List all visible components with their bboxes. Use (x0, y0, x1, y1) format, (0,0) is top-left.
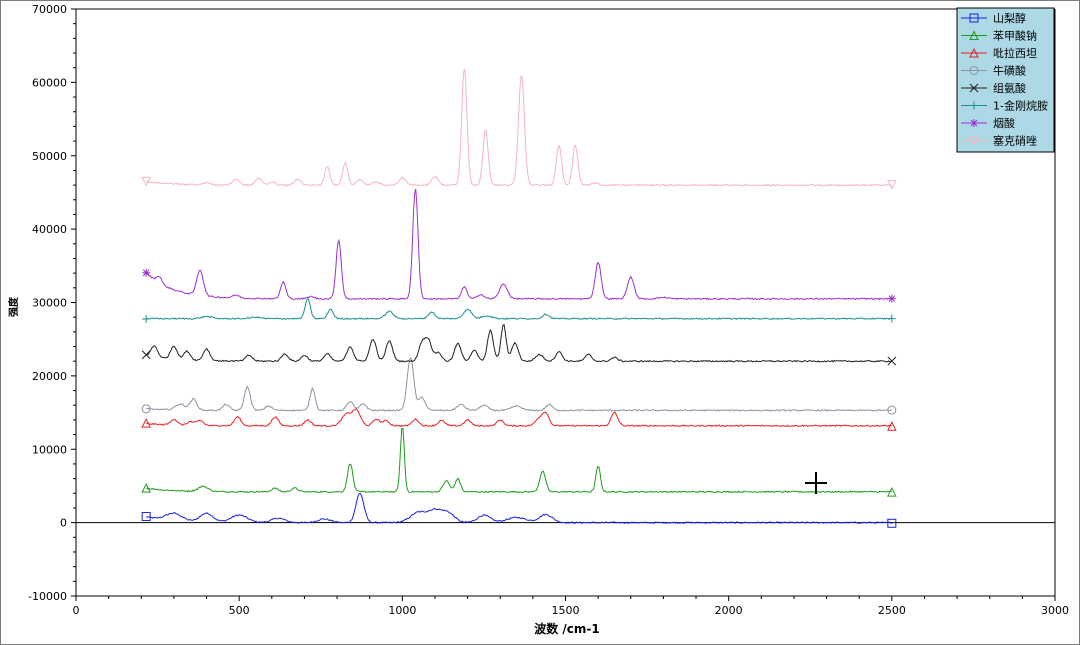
y-tick-label: 70000 (32, 3, 67, 16)
x-tick-group: 0 500 1000 1500 2000 2500 3000 (73, 596, 1069, 617)
x-tick-label: 1000 (388, 604, 416, 617)
series-marker (970, 119, 978, 127)
y-tick-label: 50000 (32, 150, 67, 163)
legend-label: 吡拉西坦 (993, 46, 1037, 60)
spectrum-chart: 0 500 1000 1500 2000 2500 3000 -10000 0 10000 200… (7, 3, 1069, 636)
y-axis-title: 强度 (7, 296, 20, 317)
x-tick-label: 0 (73, 604, 80, 617)
chart-frame: 0 500 1000 1500 2000 2500 3000 -10000 0 10000 200… (0, 0, 1080, 645)
legend-label: 组氨酸 (993, 81, 1026, 95)
x-tick-label: 2500 (878, 604, 906, 617)
y-tick-label: 20000 (32, 370, 67, 383)
y-tick-label: 10000 (32, 443, 67, 456)
y-tick-label: 0 (60, 517, 67, 530)
legend-label: 塞克硝唑 (993, 134, 1037, 148)
legend-label: 烟酸 (993, 116, 1015, 130)
series-marker (142, 268, 151, 277)
legend-label: 1-金刚烷胺 (993, 99, 1048, 113)
x-tick-label: 3000 (1041, 604, 1069, 617)
legend-label: 苯甲酸钠 (993, 29, 1037, 43)
y-tick-label: 30000 (32, 297, 67, 310)
x-axis-title: 波数 /cm-1 (534, 621, 600, 636)
y-tick-label: 40000 (32, 223, 67, 236)
legend: 山梨醇苯甲酸钠吡拉西坦牛磺酸组氨酸 1-金刚烷胺烟酸塞克硝唑 (956, 7, 1055, 153)
x-tick-label: 1500 (552, 604, 580, 617)
legend-label: 牛磺酸 (993, 64, 1026, 78)
y-tick-label: 60000 (32, 76, 67, 89)
series-marker (887, 294, 896, 303)
x-tick-label: 2000 (715, 604, 743, 617)
y-tick-group: -10000 0 10000 20000 30000 40000 50000 60000 700… (28, 3, 76, 603)
x-tick-label: 500 (229, 604, 250, 617)
plot-background (76, 9, 1055, 596)
legend-label: 山梨醇 (993, 11, 1026, 25)
y-tick-label: -10000 (28, 590, 67, 603)
plot-area (76, 9, 1055, 596)
